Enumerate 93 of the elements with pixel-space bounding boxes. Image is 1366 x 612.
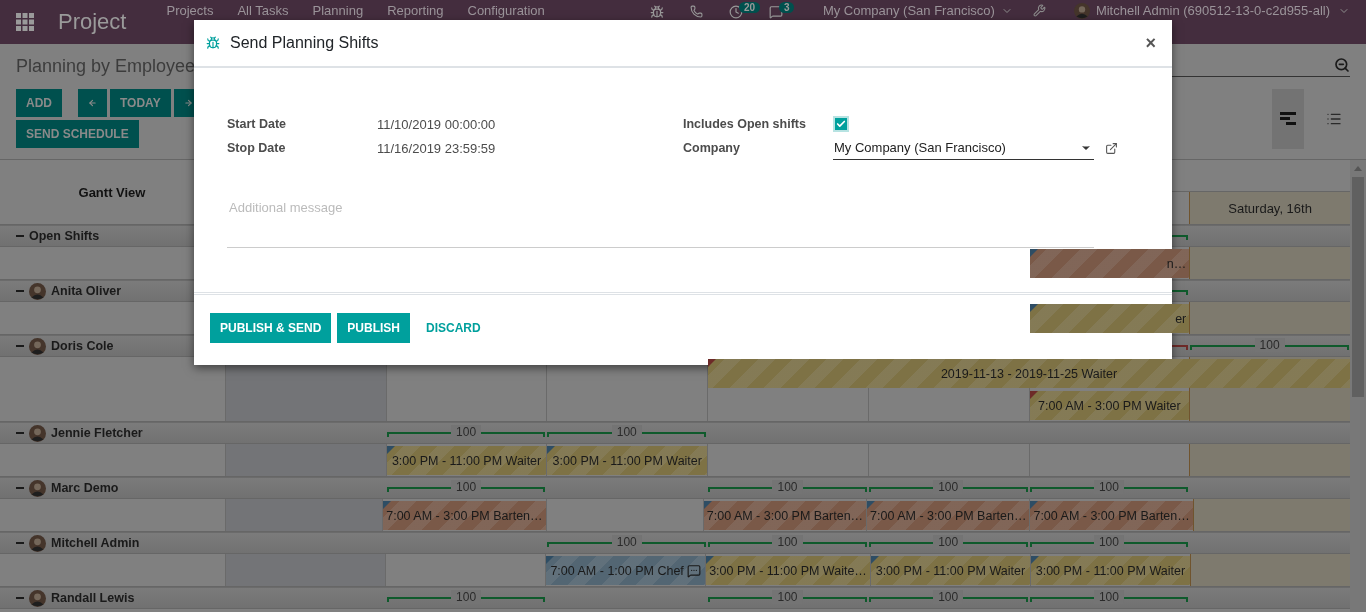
collapse-icon[interactable] (16, 429, 24, 437)
shift-bar[interactable]: 3:00 PM - 11:00 PM Waiter (386, 446, 547, 475)
add-button[interactable]: ADD (16, 89, 62, 117)
shift-bar[interactable]: 3:00 PM - 11:00 PM Waiter (870, 556, 1030, 585)
workload-value: 100 (611, 425, 642, 439)
message-count: 3 (778, 2, 795, 13)
menu-item[interactable]: All Tasks (237, 3, 289, 18)
workload-value: 100 (772, 480, 803, 494)
apps-menu-icon[interactable] (16, 13, 34, 31)
field-label: Stop Date (227, 141, 287, 155)
field-label: Start Date (227, 117, 288, 131)
collapse-icon[interactable] (16, 594, 24, 602)
group-name: Marc Demo (51, 481, 119, 495)
workload-value: 100 (451, 425, 482, 439)
collapse-icon[interactable] (16, 342, 24, 350)
collapse-icon[interactable] (16, 539, 24, 547)
publish-button[interactable]: PUBLISH (337, 313, 410, 343)
workload-value: 100 (933, 590, 964, 604)
company-switcher[interactable]: My Company (San Francisco) (822, 3, 995, 18)
shift-bar[interactable]: 7:00 AM - 3:00 PM Barten… (383, 501, 546, 530)
check-icon (836, 119, 846, 130)
menu-item[interactable]: Configuration (467, 3, 545, 18)
activity-count: 20 (738, 2, 761, 13)
today-button[interactable]: TODAY (110, 89, 171, 117)
list-icon (1326, 111, 1342, 127)
workload-value: 100 (933, 480, 964, 494)
gantt-icon (1280, 112, 1296, 126)
shift-bar[interactable]: n… (1029, 249, 1190, 278)
app-title: Project (58, 9, 127, 35)
external-link-icon[interactable] (1105, 141, 1118, 155)
collapse-icon[interactable] (16, 287, 24, 295)
dialog-title: Send Planning Shifts (230, 34, 380, 52)
avatar-icon (1073, 3, 1090, 19)
avatar-icon (29, 589, 46, 607)
group-name: Doris Cole (51, 339, 114, 353)
close-button[interactable]: × (1141, 32, 1160, 54)
shift-bar[interactable]: 7:00 AM - 3:00 PM Waiter (1029, 391, 1190, 420)
menu-item[interactable]: Planning (312, 3, 364, 18)
shift-bar[interactable]: 3:00 PM - 11:00 PM Waite… (706, 556, 870, 585)
avatar-icon (29, 534, 46, 552)
shift-bar[interactable]: er (1029, 304, 1190, 333)
shift-bar[interactable]: 3:00 PM - 11:00 PM Waiter (1030, 556, 1190, 585)
scroll-thumb[interactable] (1352, 177, 1364, 397)
workload-value: 100 (611, 535, 642, 549)
collapse-icon[interactable] (16, 232, 24, 240)
scrollbar[interactable] (1350, 160, 1366, 612)
group-name: Jennie Fletcher (51, 426, 143, 440)
user-menu[interactable]: Mitchell Admin (690512-13-0-c2d955-all) (1095, 3, 1330, 18)
field-value: 11/10/2019 00:00:00 (377, 116, 497, 132)
bug-icon (206, 36, 220, 50)
group-name: Open Shifts (29, 229, 100, 243)
shift-bar[interactable]: 2019-11-13 - 2019-11-25 Waiter (708, 359, 1350, 388)
bug-icon[interactable] (649, 5, 664, 19)
gantt-view-button[interactable] (1272, 89, 1304, 149)
day-header: Saturday, 16th (1189, 192, 1350, 224)
avatar-icon (29, 479, 46, 497)
avatar-icon (29, 282, 46, 300)
menu-item[interactable]: Reporting (387, 3, 444, 18)
wrench-icon[interactable] (1032, 4, 1046, 17)
workload-value: 100 (1254, 338, 1285, 352)
avatar-icon (29, 337, 46, 355)
workload-value: 100 (451, 480, 482, 494)
publish-button[interactable]: PUBLISH & SEND (210, 313, 332, 343)
activity-icon[interactable] (728, 5, 743, 19)
group-name: Mitchell Admin (51, 536, 140, 550)
shift-bar[interactable]: 3:00 PM - 11:00 PM Waiter (547, 446, 708, 475)
group-name: Randall Lewis (51, 591, 135, 605)
workload-value: 100 (451, 590, 482, 604)
discard-button[interactable]: DISCARD (416, 313, 491, 343)
field-value: 11/16/2019 23:59:59 (377, 140, 497, 156)
shift-bar[interactable]: 7:00 AM - 1:00 PM Chef (546, 556, 706, 585)
workload-value: 100 (1093, 590, 1124, 604)
workload-value: 100 (933, 535, 964, 549)
workload-value: 100 (1093, 480, 1124, 494)
phone-icon[interactable] (689, 5, 703, 18)
field-label: Company (683, 141, 741, 155)
workload-value: 100 (772, 590, 803, 604)
shift-bar[interactable]: 7:00 AM - 3:00 PM Barten… (703, 501, 867, 530)
field-label: Includes Open shifts (683, 117, 807, 131)
chat-icon[interactable] (768, 5, 783, 19)
menu-item[interactable]: Projects (166, 3, 214, 18)
group-name: Anita Oliver (51, 284, 122, 298)
company-select[interactable]: My Company (San Francisco) (833, 136, 1094, 160)
breadcrumb: Planning by Employee (16, 56, 196, 77)
workload-value: 100 (1093, 535, 1124, 549)
shift-bar[interactable]: 7:00 AM - 3:00 PM Barten… (867, 501, 1030, 530)
search-icon[interactable] (1334, 56, 1350, 73)
collapse-icon[interactable] (16, 484, 24, 492)
workload-value: 100 (772, 535, 803, 549)
send-schedule-button[interactable]: SEND SCHEDULE (16, 120, 139, 148)
shift-bar[interactable]: 7:00 AM - 3:00 PM Barten… (1030, 501, 1193, 530)
avatar-icon (29, 424, 46, 442)
checkbox[interactable] (833, 116, 849, 133)
